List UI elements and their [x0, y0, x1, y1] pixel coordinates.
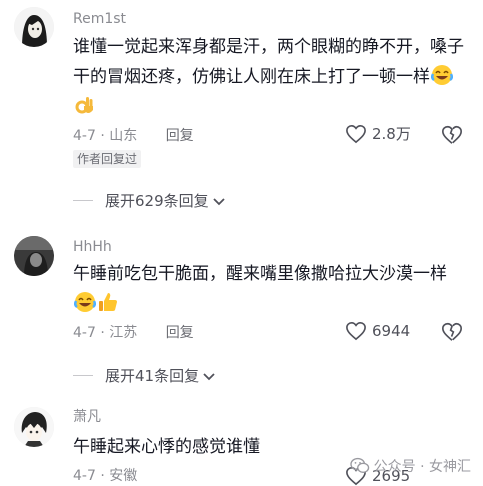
ok-hand-emoji	[75, 97, 93, 114]
like-count: 6944	[372, 322, 411, 340]
laughing-crying-emoji	[431, 65, 453, 85]
reply-button[interactable]: 回复	[166, 325, 194, 341]
broken-heart-icon[interactable]	[441, 124, 463, 146]
like-count: 2.8万	[372, 125, 411, 143]
comment-text: 午睡前吃包干脆面，醒来嘴里像撒哈拉大沙漠一样	[73, 259, 465, 319]
comment-location: 山东	[109, 128, 138, 144]
comment-text-body: 谁懂一觉起来浑身都是汗，两个眼糊的睁不开，嗓子干的冒烟还疼，仿佛让人刚在床上打了…	[73, 37, 464, 87]
heart-icon	[346, 124, 366, 144]
avatar[interactable]	[14, 407, 54, 447]
comment-location: 江苏	[109, 325, 138, 341]
expand-replies-button[interactable]: 展开629条回复	[73, 190, 226, 211]
divider-line	[73, 375, 93, 376]
username[interactable]: 萧凡	[73, 408, 101, 426]
like-button[interactable]: 6944	[345, 321, 410, 341]
username[interactable]: Rem1st	[73, 10, 126, 28]
like-button[interactable]: 2.8万	[345, 124, 411, 144]
chevron-down-icon	[213, 197, 225, 205]
watermark-text: 公众号 · 女神汇	[373, 459, 471, 475]
broken-heart-icon[interactable]	[441, 321, 463, 343]
comment-text-body: 午睡前吃包干脆面，醒来嘴里像撒哈拉大沙漠一样	[73, 264, 447, 284]
comment-text: 谁懂一觉起来浑身都是汗，两个眼糊的睁不开，嗓子干的冒烟还疼，仿佛让人刚在床上打了…	[73, 32, 465, 122]
avatar[interactable]	[14, 7, 54, 47]
watermark: 公众号 · 女神汇	[349, 456, 471, 476]
comment-date: 4-7	[73, 128, 96, 144]
author-replied-badge: 作者回复过	[73, 150, 142, 168]
avatar[interactable]	[14, 236, 54, 276]
comment-text-body: 午睡起来心悸的感觉谁懂	[73, 437, 260, 457]
chevron-down-icon	[203, 372, 215, 380]
thumbs-up-emoji	[99, 293, 117, 311]
comment-date: 4-7	[73, 468, 96, 484]
comment-location: 安徽	[109, 468, 138, 484]
wechat-icon	[349, 457, 369, 473]
divider-line	[73, 200, 93, 201]
comment-meta: 4-7 · 安徽	[73, 468, 138, 484]
comment-date: 4-7	[73, 325, 96, 341]
laughing-crying-emoji	[74, 292, 96, 312]
expand-replies-button[interactable]: 展开41条回复	[73, 365, 216, 386]
heart-icon	[346, 321, 366, 341]
comment-meta: 4-7 · 山东 回复	[73, 128, 194, 144]
reply-button[interactable]: 回复	[166, 128, 194, 144]
username[interactable]: HhHh	[73, 238, 112, 256]
comment-meta: 4-7 · 江苏 回复	[73, 325, 194, 341]
expand-replies-label: 展开41条回复	[105, 367, 200, 385]
expand-replies-label: 展开629条回复	[105, 192, 209, 210]
